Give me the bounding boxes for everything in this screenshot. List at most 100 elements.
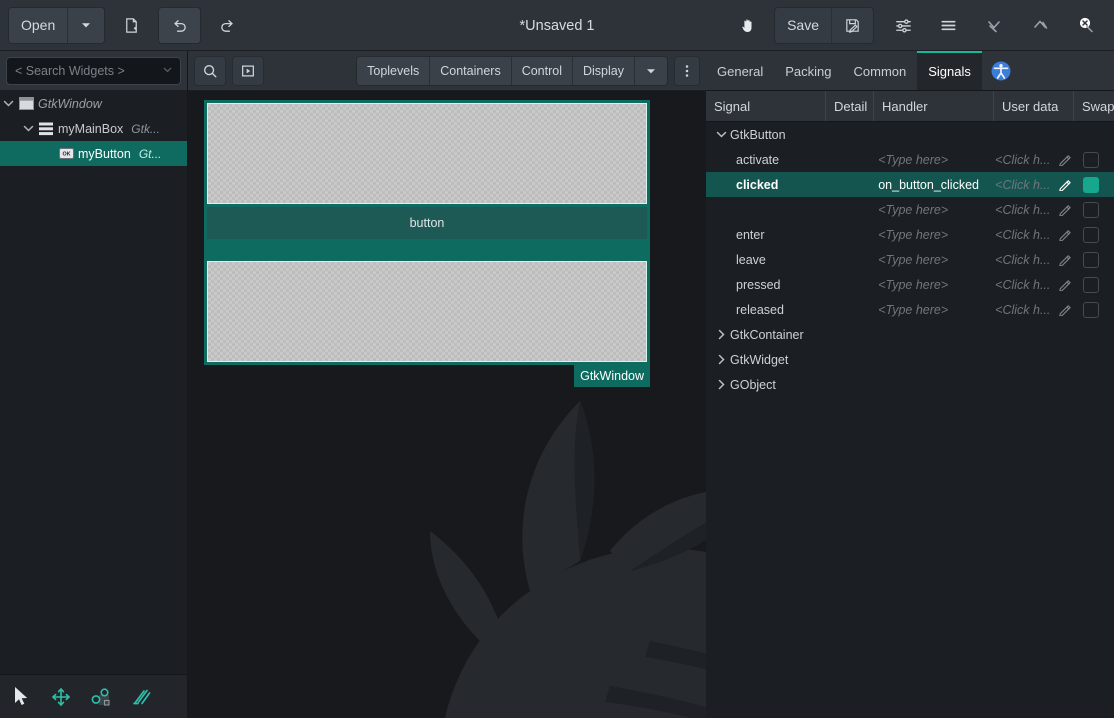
palette-search-button[interactable] (194, 56, 226, 86)
signal-user-data-cell[interactable]: <Click h... (987, 253, 1053, 267)
column-header-signal[interactable]: Signal (706, 91, 826, 121)
column-header-detail[interactable]: Detail (826, 91, 874, 121)
signal-name-cell[interactable]: activate (706, 153, 824, 167)
signal-group-label-cell[interactable]: GtkWidget (706, 353, 906, 367)
save-button[interactable]: Save (775, 8, 832, 43)
signal-swap-cell[interactable] (1075, 202, 1114, 218)
palette-category-toplevels[interactable]: Toplevels (357, 57, 430, 85)
signal-user-data-cell[interactable]: <Click h... (987, 203, 1053, 217)
add-widget-button[interactable] (232, 56, 264, 86)
signal-group-label-cell[interactable]: GObject (706, 378, 906, 392)
save-as-button[interactable] (832, 8, 873, 43)
signal-swap-cell[interactable] (1075, 302, 1114, 318)
placeholder-bottom[interactable] (207, 261, 647, 362)
signal-row[interactable]: activate <Type here><Click h... (706, 147, 1114, 172)
align-tool[interactable] (130, 686, 152, 708)
signals-table-body[interactable]: GtkButtonactivate<Type here><Click h...c… (706, 122, 1114, 397)
palette-category-containers[interactable]: Containers (430, 57, 511, 85)
column-header-swap[interactable]: Swap (1074, 91, 1114, 121)
search-input[interactable]: < Search Widgets > (6, 57, 181, 85)
preferences-button[interactable] (882, 8, 925, 43)
signal-group-label-cell[interactable]: GtkButton (706, 128, 906, 142)
drag-resize-tool[interactable] (50, 686, 72, 708)
pencil-icon[interactable] (1054, 178, 1075, 191)
pencil-icon[interactable] (1054, 278, 1075, 291)
open-button[interactable]: Open (9, 8, 68, 43)
signal-swap-cell[interactable] (1075, 152, 1114, 168)
new-project-button[interactable] (111, 8, 152, 43)
signal-handler-cell[interactable]: on_button_clicked (870, 178, 987, 192)
swap-checkbox[interactable] (1083, 277, 1099, 293)
signal-name-cell[interactable]: clicked (706, 178, 824, 192)
placeholder-top[interactable] (207, 103, 647, 204)
signal-name-cell[interactable]: enter (706, 228, 824, 242)
select-pointer-tool[interactable] (12, 686, 32, 708)
signal-user-data-cell[interactable]: <Click h... (987, 278, 1053, 292)
signal-row[interactable]: <Type here><Click h... (706, 197, 1114, 222)
tree-row-mybutton[interactable]: OKmyButtonGt... (0, 141, 187, 166)
signal-name-cell[interactable]: pressed (706, 278, 824, 292)
chevron-right-icon[interactable] (714, 378, 728, 391)
signal-user-data-cell[interactable]: <Click h... (987, 153, 1053, 167)
signal-name-cell[interactable]: leave (706, 253, 824, 267)
margin-edit-tool[interactable] (90, 686, 112, 708)
tab-common[interactable]: Common (843, 51, 918, 90)
widget-tree[interactable]: GtkWindowmyMainBoxGtk...OKmyButtonGt... (0, 91, 187, 674)
close-window-button[interactable] (1064, 8, 1108, 43)
signal-row[interactable]: leave<Type here><Click h... (706, 247, 1114, 272)
signal-group-row[interactable]: GtkContainer (706, 322, 1114, 347)
signal-handler-cell[interactable]: <Type here> (870, 153, 987, 167)
signal-handler-cell[interactable]: <Type here> (870, 228, 987, 242)
main-menu-button[interactable] (927, 8, 970, 43)
minimize-window-button[interactable] (972, 8, 1016, 43)
signal-swap-cell[interactable] (1075, 252, 1114, 268)
palette-category-control[interactable]: Control (512, 57, 573, 85)
selected-button-widget[interactable]: button (207, 205, 647, 241)
pencil-icon[interactable] (1054, 228, 1075, 241)
chevron-down-icon[interactable] (714, 128, 728, 141)
signal-handler-cell[interactable]: <Type here> (870, 203, 987, 217)
swap-checkbox[interactable] (1083, 202, 1099, 218)
signal-user-data-cell[interactable]: <Click h... (987, 303, 1053, 317)
pencil-icon[interactable] (1054, 303, 1075, 316)
swap-checkbox[interactable] (1083, 302, 1099, 318)
column-header-user-data[interactable]: User data (994, 91, 1074, 121)
canvas-workspace[interactable]: button GtkWindow (188, 91, 706, 718)
tree-row-mymainbox[interactable]: myMainBoxGtk... (0, 116, 187, 141)
tab-signals[interactable]: Signals (917, 51, 982, 90)
signal-user-data-cell[interactable]: <Click h... (987, 228, 1053, 242)
signal-group-row[interactable]: GtkButton (706, 122, 1114, 147)
chevron-down-icon[interactable] (20, 122, 36, 135)
pencil-icon[interactable] (1054, 203, 1075, 216)
pointer-mode-button[interactable] (726, 8, 770, 43)
tab-accessibility[interactable] (982, 51, 1020, 90)
chevron-right-icon[interactable] (714, 353, 728, 366)
redo-button[interactable] (207, 8, 248, 43)
signal-handler-cell[interactable]: <Type here> (870, 303, 987, 317)
tab-packing[interactable]: Packing (774, 51, 842, 90)
signal-row[interactable]: pressed <Type here><Click h... (706, 272, 1114, 297)
signal-swap-cell[interactable] (1075, 277, 1114, 293)
palette-category-display[interactable]: Display (573, 57, 634, 85)
column-header-handler[interactable]: Handler (874, 91, 994, 121)
signal-swap-cell[interactable] (1075, 177, 1114, 193)
signal-row[interactable]: clickedon_button_clicked<Click h... (706, 172, 1114, 197)
signal-swap-cell[interactable] (1075, 227, 1114, 243)
signal-group-row[interactable]: GtkWidget (706, 347, 1114, 372)
tab-general[interactable]: General (706, 51, 774, 90)
signal-name-cell[interactable]: released (706, 303, 824, 317)
signal-row[interactable]: released <Type here><Click h... (706, 297, 1114, 322)
pencil-icon[interactable] (1054, 253, 1075, 266)
tree-row-gtkwindow[interactable]: GtkWindow (0, 91, 187, 116)
signal-handler-cell[interactable]: <Type here> (870, 278, 987, 292)
undo-button[interactable] (159, 8, 200, 43)
chevron-right-icon[interactable] (714, 328, 728, 341)
swap-checkbox[interactable] (1083, 152, 1099, 168)
swap-checkbox[interactable] (1083, 177, 1099, 193)
open-dropdown-button[interactable] (68, 8, 104, 43)
pencil-icon[interactable] (1054, 153, 1075, 166)
maximize-window-button[interactable] (1018, 8, 1062, 43)
signal-group-label-cell[interactable]: GtkContainer (706, 328, 906, 342)
design-window-gtkwindow[interactable]: button GtkWindow (204, 100, 650, 365)
chevron-down-icon[interactable] (0, 97, 16, 110)
